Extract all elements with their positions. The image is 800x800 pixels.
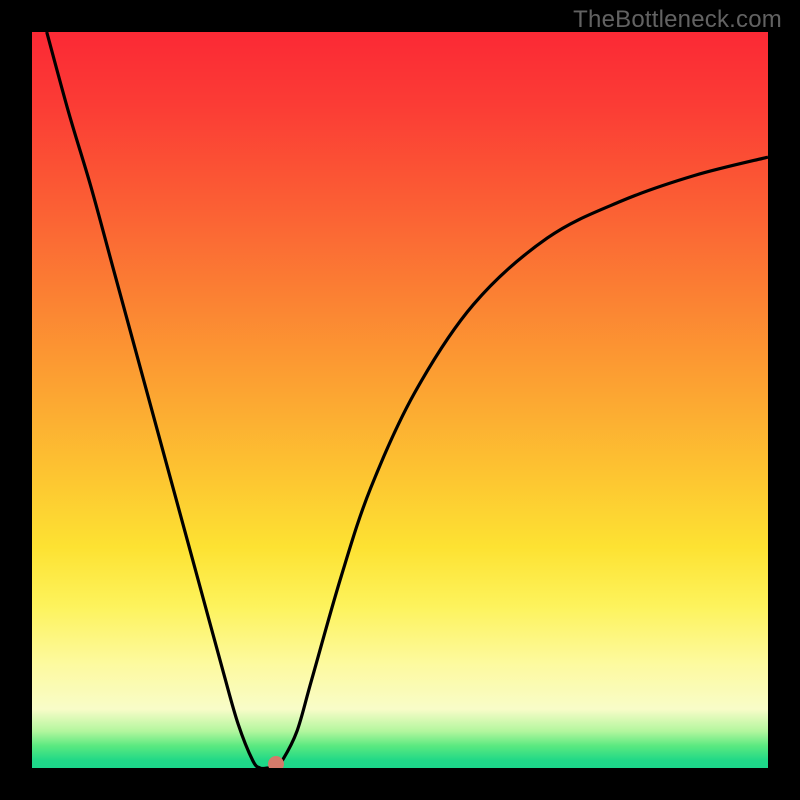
plot-area	[32, 32, 768, 768]
chart-frame: TheBottleneck.com	[0, 0, 800, 800]
bottleneck-curve	[47, 32, 768, 768]
curve-svg	[32, 32, 768, 768]
watermark-text: TheBottleneck.com	[573, 6, 782, 34]
optimum-marker	[268, 756, 284, 768]
